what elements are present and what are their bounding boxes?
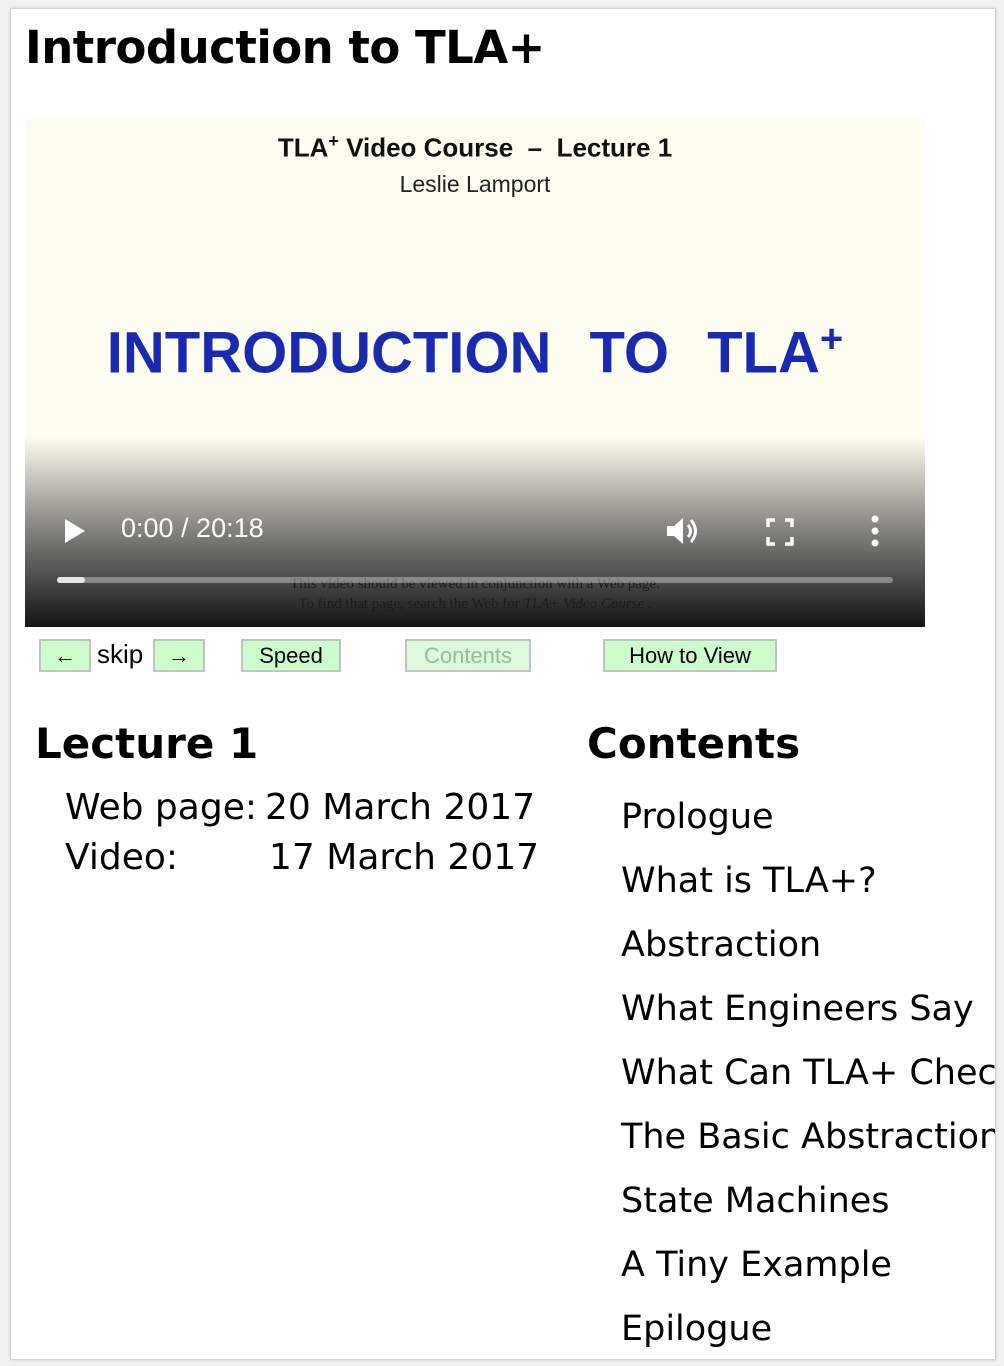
speed-button[interactable]: Speed (241, 639, 341, 672)
contents-item-state-machines[interactable]: State Machines (621, 1173, 995, 1237)
video-label: Video: (65, 837, 178, 878)
contents-item-what-is-tla[interactable]: What is TLA+? (621, 853, 995, 917)
how-to-view-button[interactable]: How to View (603, 639, 777, 672)
play-icon[interactable] (61, 515, 89, 547)
contents-list: Prologue What is TLA+? Abstraction What … (621, 789, 995, 1359)
video-player[interactable]: TLA+ Video Course – Lecture 1 Leslie Lam… (25, 117, 925, 627)
more-vertical-icon[interactable] (865, 513, 885, 549)
contents-title: Contents (587, 719, 801, 768)
volume-icon[interactable] (665, 515, 705, 547)
contents-item-what-engineers-say[interactable]: What Engineers Say (621, 981, 995, 1045)
fullscreen-icon[interactable] (765, 517, 795, 547)
skip-label: skip (97, 639, 144, 669)
page: Introduction to TLA+ TLA+ Video Course –… (10, 8, 996, 1360)
contents-item-abstraction[interactable]: Abstraction (621, 917, 995, 981)
web-page-label: Web page: (65, 787, 257, 828)
contents-item-epilogue[interactable]: Epilogue (621, 1301, 995, 1359)
slide-note-line2: To find that page, search the Web for TL… (298, 596, 652, 612)
slide-headline: INTRODUCTION TO TLA+ (106, 317, 844, 386)
slide-course-title: TLA+ Video Course – Lecture 1 (277, 131, 673, 163)
progress-fill (57, 577, 85, 583)
skip-back-button[interactable]: ← (39, 639, 91, 672)
video-date: 17 March 2017 (269, 837, 540, 878)
lecture-title: Lecture 1 (35, 719, 259, 768)
page-title: Introduction to TLA+ (25, 21, 545, 74)
skip-forward-button[interactable]: → (153, 639, 205, 672)
contents-button[interactable]: Contents (405, 639, 531, 672)
web-page-date: 20 March 2017 (265, 787, 536, 828)
slide-author: Leslie Lamport (399, 171, 551, 197)
contents-item-tiny-example[interactable]: A Tiny Example (621, 1237, 995, 1301)
contents-item-what-can-tla-check[interactable]: What Can TLA+ Check? (621, 1045, 995, 1109)
contents-item-prologue[interactable]: Prologue (621, 789, 995, 853)
contents-item-basic-abstraction[interactable]: The Basic Abstraction (621, 1109, 995, 1173)
progress-bar[interactable] (57, 577, 893, 583)
time-display: 0:00 / 20:18 (121, 513, 264, 543)
